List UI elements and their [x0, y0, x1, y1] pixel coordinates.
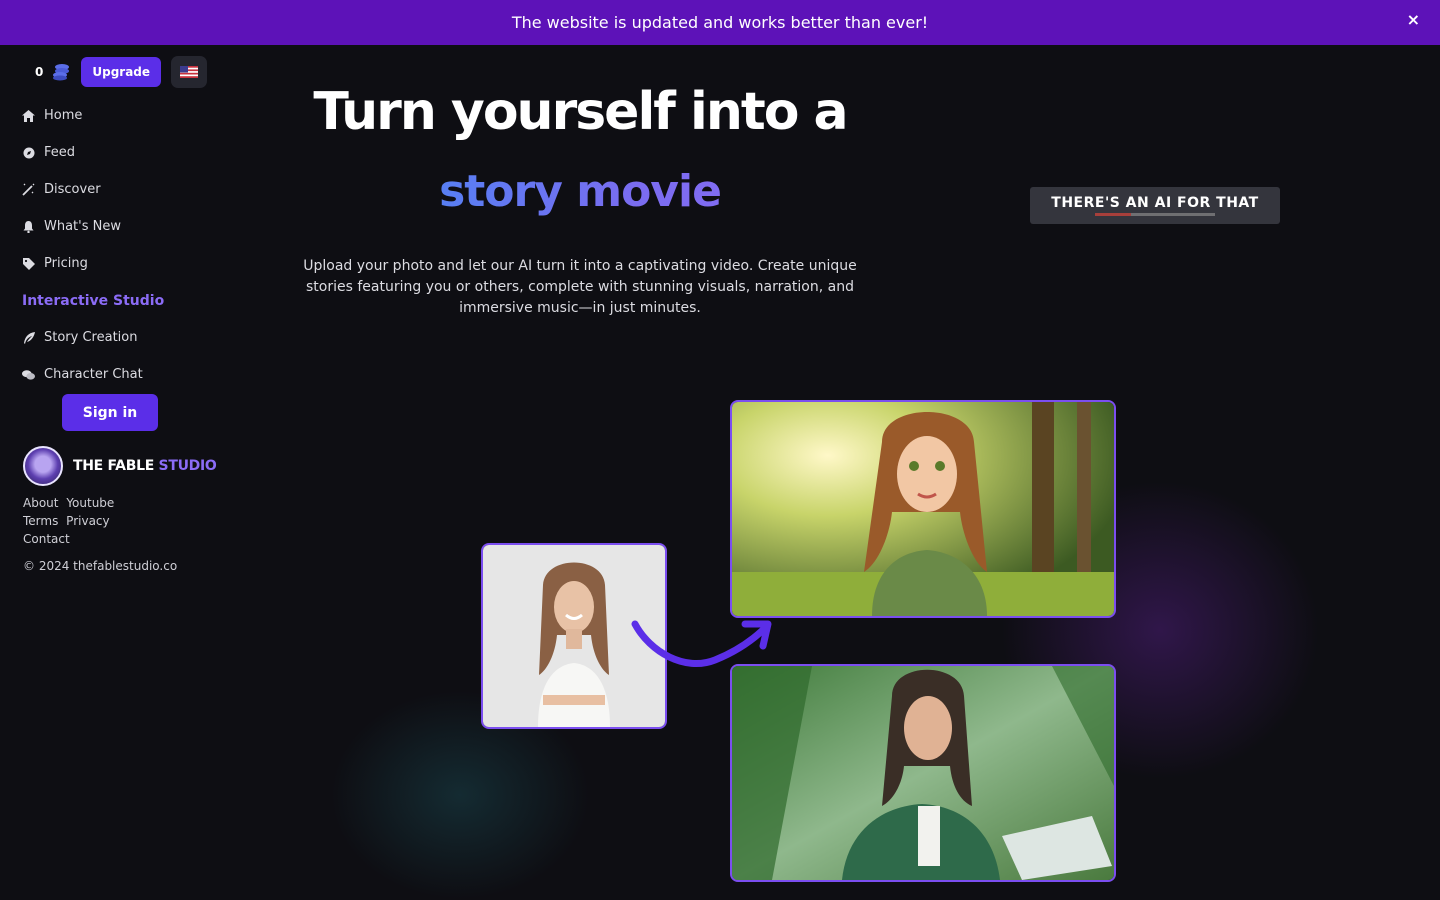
- chat-icon: [22, 368, 35, 381]
- coin-count: 0: [35, 65, 44, 79]
- close-icon[interactable]: ×: [1407, 10, 1420, 29]
- nav-item-home[interactable]: Home: [22, 97, 232, 134]
- nav-item-whats-new[interactable]: What's New: [22, 208, 232, 245]
- footer-link-contact[interactable]: Contact: [23, 532, 70, 546]
- banner-message: The website is updated and works better …: [511, 13, 929, 32]
- sidebar-topbar: 0 Upgrade: [35, 56, 208, 88]
- upgrade-button[interactable]: Upgrade: [81, 57, 162, 87]
- footer-link-privacy[interactable]: Privacy: [66, 514, 109, 528]
- footer-link-terms[interactable]: Terms: [23, 514, 58, 528]
- theres-an-ai-for-that-badge[interactable]: THERE'S AN AI FOR THAT: [1030, 187, 1280, 224]
- nav-item-character-chat[interactable]: Character Chat: [22, 356, 232, 393]
- footer-link-about[interactable]: About: [23, 496, 58, 510]
- brand-name-part1: THE FABLE: [73, 458, 154, 474]
- copyright: © 2024 thefablestudio.co: [23, 559, 178, 573]
- nav-item-label: Discover: [44, 182, 101, 197]
- nav-item-story-creation[interactable]: Story Creation: [22, 319, 232, 356]
- tag-icon: [22, 257, 35, 270]
- footer-link-youtube[interactable]: Youtube: [66, 496, 114, 510]
- home-icon: [22, 109, 35, 122]
- nav-item-discover[interactable]: Discover: [22, 171, 232, 208]
- nav-item-label: Character Chat: [44, 367, 143, 382]
- brand-name-part2: STUDIO: [158, 458, 217, 474]
- announcement-banner: The website is updated and works better …: [0, 0, 1440, 45]
- brand[interactable]: THE FABLE STUDIO: [23, 446, 217, 486]
- main-nav: Home Feed Discover What's New Pricing In…: [22, 97, 232, 393]
- nav-item-pricing[interactable]: Pricing: [22, 245, 232, 282]
- bell-icon: [22, 220, 35, 233]
- feather-icon: [22, 331, 35, 344]
- magic-wand-icon: [22, 183, 35, 196]
- coins-icon: [51, 63, 71, 81]
- nav-item-label: Story Creation: [44, 330, 138, 345]
- badge-text: THERE'S AN AI FOR THAT: [1051, 195, 1259, 211]
- nav-item-label: What's New: [44, 219, 121, 234]
- output-photo-rainforest: [730, 664, 1116, 882]
- nav-item-label: Pricing: [44, 256, 88, 271]
- interactive-studio-heading: Interactive Studio: [22, 292, 165, 309]
- output-photo-forest: [730, 400, 1116, 618]
- language-selector[interactable]: [171, 56, 208, 88]
- hero-accent: story movie: [300, 166, 860, 217]
- sidebar: 0 Upgrade Home Feed Discover What's New …: [0, 45, 240, 900]
- hero-title: Turn yourself into a: [313, 82, 848, 142]
- footer-links: About Youtube Terms Privacy Contact: [23, 494, 118, 548]
- hero-description: Upload your photo and let our AI turn it…: [303, 258, 857, 316]
- sign-in-button[interactable]: Sign in: [62, 394, 158, 431]
- brand-name: THE FABLE STUDIO: [73, 458, 217, 474]
- nav-item-label: Home: [44, 108, 83, 123]
- us-flag-icon: [180, 66, 199, 78]
- brand-logo: [23, 446, 63, 486]
- nav-item-label: Feed: [44, 145, 76, 160]
- badge-subline: [1095, 213, 1215, 216]
- nav-item-feed[interactable]: Feed: [22, 134, 232, 171]
- feed-icon: [22, 146, 35, 159]
